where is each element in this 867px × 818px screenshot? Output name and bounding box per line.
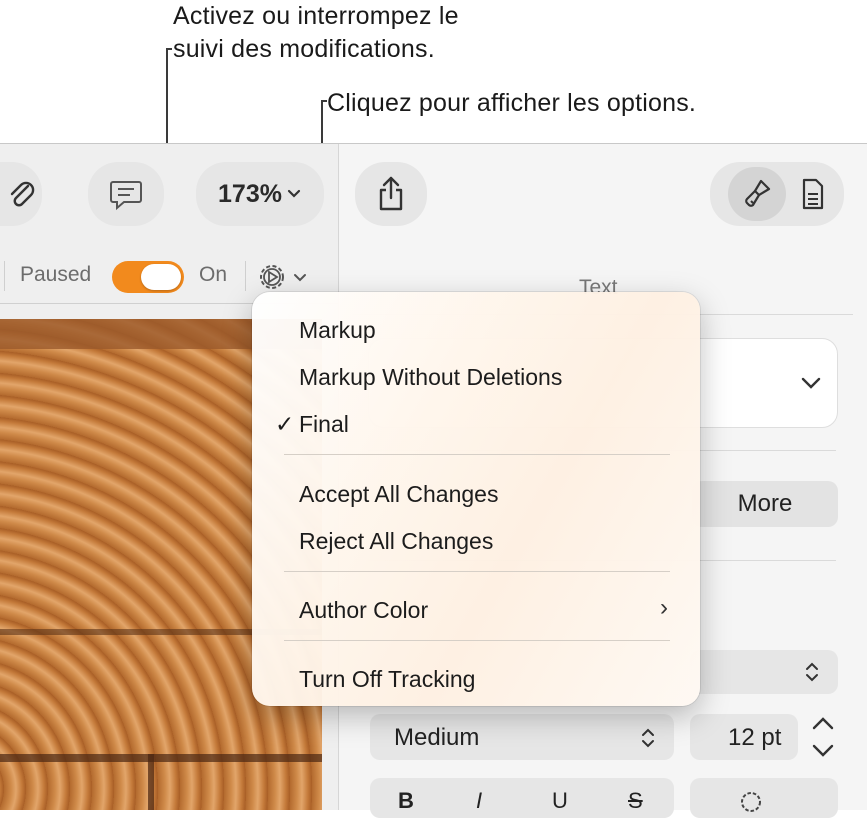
menu-item-label: Markup — [299, 317, 376, 343]
menu-item-label: Author Color — [299, 597, 429, 623]
stepper-icon[interactable] — [808, 714, 838, 760]
menu-item-markup-without-deletions[interactable]: Markup Without Deletions — [252, 355, 700, 395]
menu-item-label: Markup Without Deletions — [299, 364, 563, 390]
callout-leader-tracking-tick — [166, 48, 172, 50]
tracking-options-button[interactable] — [256, 261, 318, 293]
menu-separator — [284, 571, 670, 572]
menu-item-markup[interactable]: Markup — [252, 308, 700, 348]
toggle-knob — [141, 264, 181, 290]
callout-tracking: Activez ou interrompez le suivi des modi… — [173, 0, 459, 66]
callout-tracking-line1: Activez ou interrompez le — [173, 2, 459, 30]
menu-item-label: Accept All Changes — [299, 481, 499, 507]
chevron-down-icon — [287, 189, 301, 198]
italic-button[interactable]: I — [476, 788, 482, 814]
attach-button[interactable] — [0, 162, 42, 226]
callout-leader-options-tick — [321, 100, 327, 102]
document-icon[interactable] — [800, 177, 826, 211]
font-size-label: 12 pt — [728, 724, 782, 751]
share-button[interactable] — [355, 162, 427, 226]
menu-item-accept-all-changes[interactable]: Accept All Changes — [252, 472, 700, 512]
menu-item-final[interactable]: ✓ Final — [252, 402, 700, 442]
menu-separator — [284, 454, 670, 455]
font-family-popup[interactable] — [690, 650, 838, 694]
menu-item-reject-all-changes[interactable]: Reject All Changes — [252, 519, 700, 559]
more-button[interactable]: More — [692, 481, 838, 527]
wood-gap — [0, 754, 322, 762]
format-button[interactable] — [728, 167, 786, 221]
callout-tracking-line2: suivi des modifications. — [173, 35, 435, 63]
on-label: On — [199, 263, 228, 286]
comment-button[interactable] — [88, 162, 164, 226]
menu-item-label: Reject All Changes — [299, 528, 494, 554]
paused-label: Paused — [20, 263, 92, 286]
menu-item-label: Final — [299, 411, 349, 437]
menu-separator — [284, 640, 670, 641]
zoom-label: 173% — [218, 179, 282, 208]
chevron-right-icon: › — [660, 594, 668, 621]
tracking-toggle[interactable] — [112, 261, 184, 293]
strikethrough-button[interactable]: S — [628, 788, 643, 814]
comment-icon — [110, 181, 142, 211]
tracking-options-menu: Markup Markup Without Deletions ✓ Final … — [252, 292, 700, 706]
inspector-toggle-group — [710, 162, 844, 226]
gear-icon — [260, 265, 284, 289]
menu-item-label: Turn Off Tracking — [299, 666, 476, 692]
share-icon — [379, 176, 403, 211]
separator — [4, 261, 5, 291]
underline-button[interactable]: U — [552, 788, 568, 814]
callout-options: Cliquez pour afficher les options. — [327, 89, 697, 117]
chevron-down-icon — [801, 377, 821, 389]
paperclip-icon — [10, 181, 35, 207]
separator — [245, 261, 246, 291]
bold-button[interactable]: B — [398, 788, 414, 814]
menu-item-turn-off-tracking[interactable]: Turn Off Tracking — [252, 657, 700, 697]
chevron-down-icon — [294, 274, 306, 282]
zoom-button[interactable]: 173% — [196, 162, 324, 226]
menu-item-author-color[interactable]: Author Color › — [252, 588, 700, 628]
font-weight-label: Medium — [394, 724, 480, 751]
up-down-chevron-icon — [642, 728, 654, 748]
gear-icon — [741, 792, 761, 812]
wood-gap — [148, 754, 154, 810]
text-options-button[interactable] — [690, 778, 838, 818]
up-down-chevron-icon — [806, 662, 818, 682]
checkmark-icon: ✓ — [275, 411, 295, 437]
format-brush-icon — [745, 179, 771, 207]
